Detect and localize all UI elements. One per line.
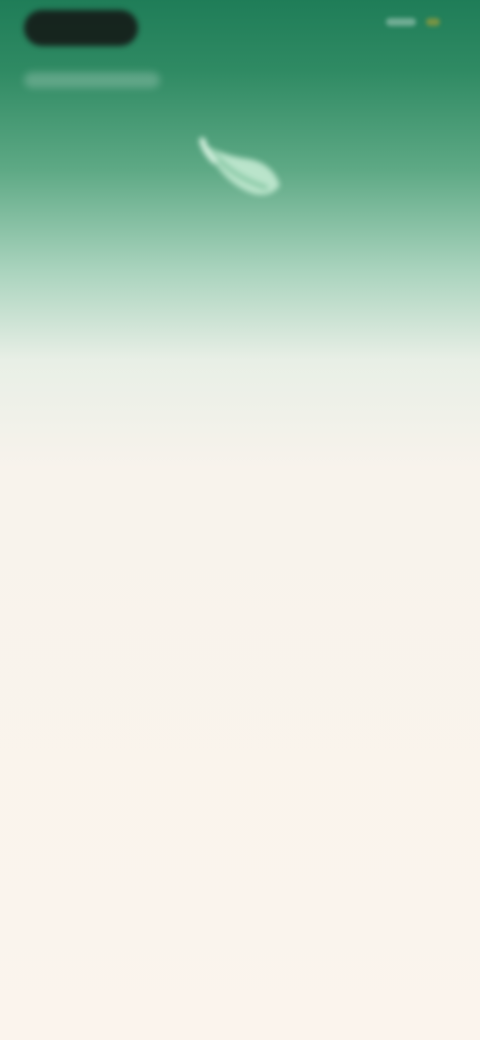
status-indicator-small (426, 18, 440, 26)
status-indicator (386, 18, 416, 26)
status-pill (24, 10, 138, 46)
leaf-icon (188, 118, 290, 220)
subheader-placeholder (24, 72, 160, 88)
status-bar (0, 0, 480, 58)
onboarding-screen (0, 0, 480, 1040)
main-content (20, 270, 458, 312)
status-icons (386, 18, 440, 26)
